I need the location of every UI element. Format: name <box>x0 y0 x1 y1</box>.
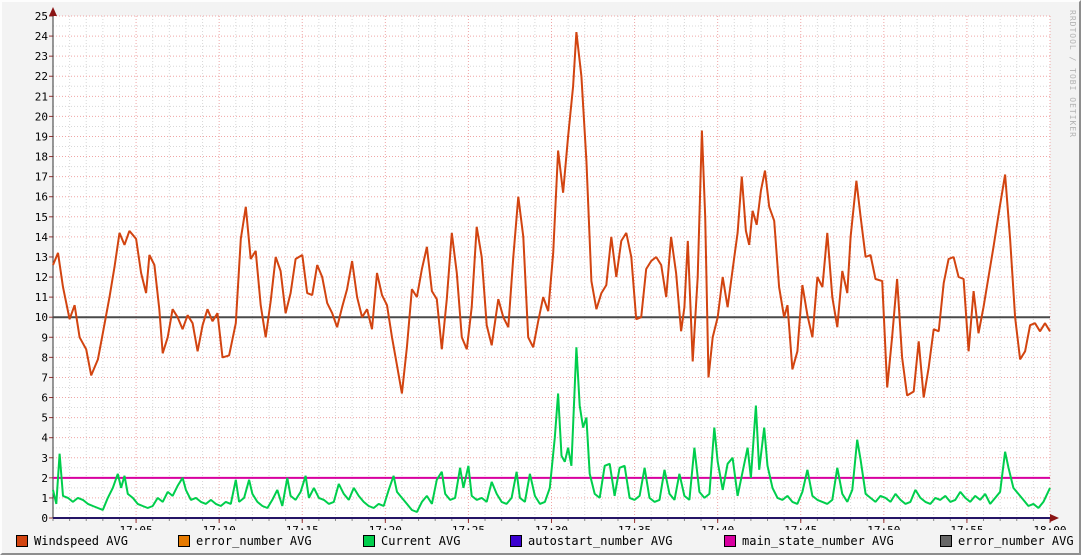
y-axis-tick-label: 10 <box>35 311 48 324</box>
y-axis-tick-label: 3 <box>41 452 48 465</box>
x-axis-arrow-icon <box>1050 514 1059 522</box>
legend-item-windspeed-avg: Windspeed AVG <box>16 534 128 548</box>
legend-label: Windspeed AVG <box>34 534 128 548</box>
y-axis-tick-label: 4 <box>41 432 48 445</box>
legend-label: main_state_number AVG <box>742 534 894 548</box>
legend-swatch-icon <box>724 535 736 547</box>
y-axis-tick-label: 9 <box>41 331 48 344</box>
legend-swatch-icon <box>363 535 375 547</box>
legend-item-main-state-number-avg: main_state_number AVG <box>724 534 894 548</box>
legend-item-autostart-number-avg: autostart_number AVG <box>510 534 673 548</box>
y-axis-tick-label: 11 <box>35 291 48 304</box>
rrd-graph-image: 0 1 2 3 4 5 6 7 8 9 10 11 12 13 14 15 16 17 18 19 20 21 22 23 24… <box>0 0 1081 555</box>
watermark-text: RRDTOOL / TOBI OETIKER <box>1068 10 1077 138</box>
legend: Windspeed AVG error_number AVG Current AVG… <box>2 530 1079 553</box>
y-axis-tick-label: 15 <box>35 211 48 224</box>
legend-label: error_number AVG <box>958 534 1074 548</box>
y-axis-arrow-icon <box>49 7 57 16</box>
legend-label: autostart_number AVG <box>528 534 673 548</box>
chart-canvas: 0123456789101112131415161718192021222324… <box>35 7 1067 530</box>
y-axis-tick-label: 13 <box>35 251 48 264</box>
y-axis-tick-label: 8 <box>41 351 48 364</box>
y-axis-tick-label: 7 <box>41 371 48 384</box>
y-axis-tick-label: 5 <box>41 412 48 425</box>
legend-swatch-icon <box>510 535 522 547</box>
legend-item-error-number-avg: error_number AVG <box>178 534 312 548</box>
y-axis-tick-label: 6 <box>41 392 48 405</box>
y-axis-tick-label: 23 <box>35 50 48 63</box>
y-axis-tick-label: 2 <box>41 472 48 485</box>
y-axis-tick-label: 25 <box>35 10 48 23</box>
y-axis-tick-label: 16 <box>35 191 48 204</box>
legend-swatch-icon <box>940 535 952 547</box>
legend-item-error-number-avg: error_number AVG <box>940 534 1074 548</box>
y-axis-tick-label: 19 <box>35 130 48 143</box>
y-axis-tick-label: 14 <box>35 231 49 244</box>
legend-swatch-icon <box>178 535 190 547</box>
y-axis-tick-label: 18 <box>35 151 48 164</box>
y-axis-tick-label: 12 <box>35 271 48 284</box>
y-axis-tick-label: 22 <box>35 70 48 83</box>
y-axis-tick-label: 24 <box>35 30 49 43</box>
y-axis-tick-label: 17 <box>35 171 48 184</box>
y-axis-tick-label: 0 <box>41 512 48 525</box>
legend-item-current-avg: Current AVG <box>363 534 460 548</box>
y-axis-tick-label: 21 <box>35 90 48 103</box>
legend-label: error_number AVG <box>196 534 312 548</box>
y-axis-tick-label: 1 <box>41 492 48 505</box>
legend-swatch-icon <box>16 535 28 547</box>
legend-label: Current AVG <box>381 534 461 548</box>
y-axis-tick-label: 20 <box>35 110 48 123</box>
